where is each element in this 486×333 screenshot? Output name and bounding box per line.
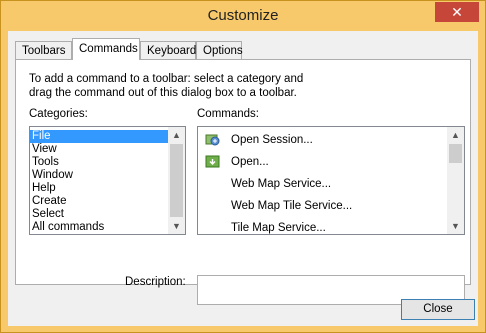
commands-scroll-thumb[interactable] [449, 144, 462, 163]
commands-tab-panel: To add a command to a toolbar: select a … [15, 59, 471, 305]
dialog-client-area: Toolbars Commands Keyboard Options To ad… [8, 31, 478, 326]
categories-listbox[interactable]: File View Tools Window Help Create Selec… [29, 126, 186, 235]
scroll-down-arrow-icon[interactable]: ▼ [168, 218, 185, 234]
commands-label: Commands: [197, 108, 259, 120]
category-item-tools[interactable]: Tools [30, 156, 185, 169]
tab-keyboard[interactable]: Keyboard [140, 41, 196, 59]
command-item-web-map-tile-service[interactable]: Web Map Tile Service... [198, 195, 464, 217]
category-item-create[interactable]: Create [30, 195, 185, 208]
description-label: Description: [125, 276, 186, 288]
tab-commands[interactable]: Commands [72, 38, 140, 60]
open-icon [205, 154, 220, 169]
categories-label: Categories: [29, 108, 88, 120]
scroll-up-arrow-icon[interactable]: ▲ [447, 127, 464, 143]
open-session-icon [205, 132, 220, 147]
command-item-open-session[interactable]: Open Session... [198, 129, 464, 151]
command-label: Web Map Service... [231, 178, 332, 190]
category-item-view[interactable]: View [30, 143, 185, 156]
command-label: Open Session... [231, 134, 313, 146]
tab-toolbars[interactable]: Toolbars [15, 41, 72, 59]
command-item-open[interactable]: Open... [198, 151, 464, 173]
commands-scrollbar[interactable]: ▲ ▼ [447, 127, 464, 234]
window-close-button[interactable]: ✕ [435, 2, 479, 22]
category-item-select[interactable]: Select [30, 208, 185, 221]
category-item-window[interactable]: Window [30, 169, 185, 182]
customize-dialog: Customize ✕ Toolbars Commands Keyboard O… [0, 0, 486, 333]
tab-options[interactable]: Options [196, 41, 243, 59]
categories-scroll-thumb[interactable] [170, 144, 183, 217]
command-item-tile-map-service[interactable]: Tile Map Service... [198, 217, 464, 234]
category-item-all-commands[interactable]: All commands [30, 221, 185, 234]
commands-listbox[interactable]: Open Session... Open... Web Map Service.… [197, 126, 465, 235]
instruction-text: To add a command to a toolbar: select a … [29, 73, 304, 99]
command-item-web-map-service[interactable]: Web Map Service... [198, 173, 464, 195]
command-label: Open... [231, 156, 269, 168]
window-title: Customize [207, 7, 279, 24]
command-label: Web Map Tile Service... [231, 200, 353, 212]
category-item-help[interactable]: Help [30, 182, 185, 195]
scroll-down-arrow-icon[interactable]: ▼ [447, 218, 464, 234]
scroll-up-arrow-icon[interactable]: ▲ [168, 127, 185, 143]
categories-scrollbar[interactable]: ▲ ▼ [168, 127, 185, 234]
command-label: Tile Map Service... [231, 222, 326, 234]
category-item-file[interactable]: File [30, 130, 185, 143]
close-button[interactable]: Close [401, 299, 475, 320]
